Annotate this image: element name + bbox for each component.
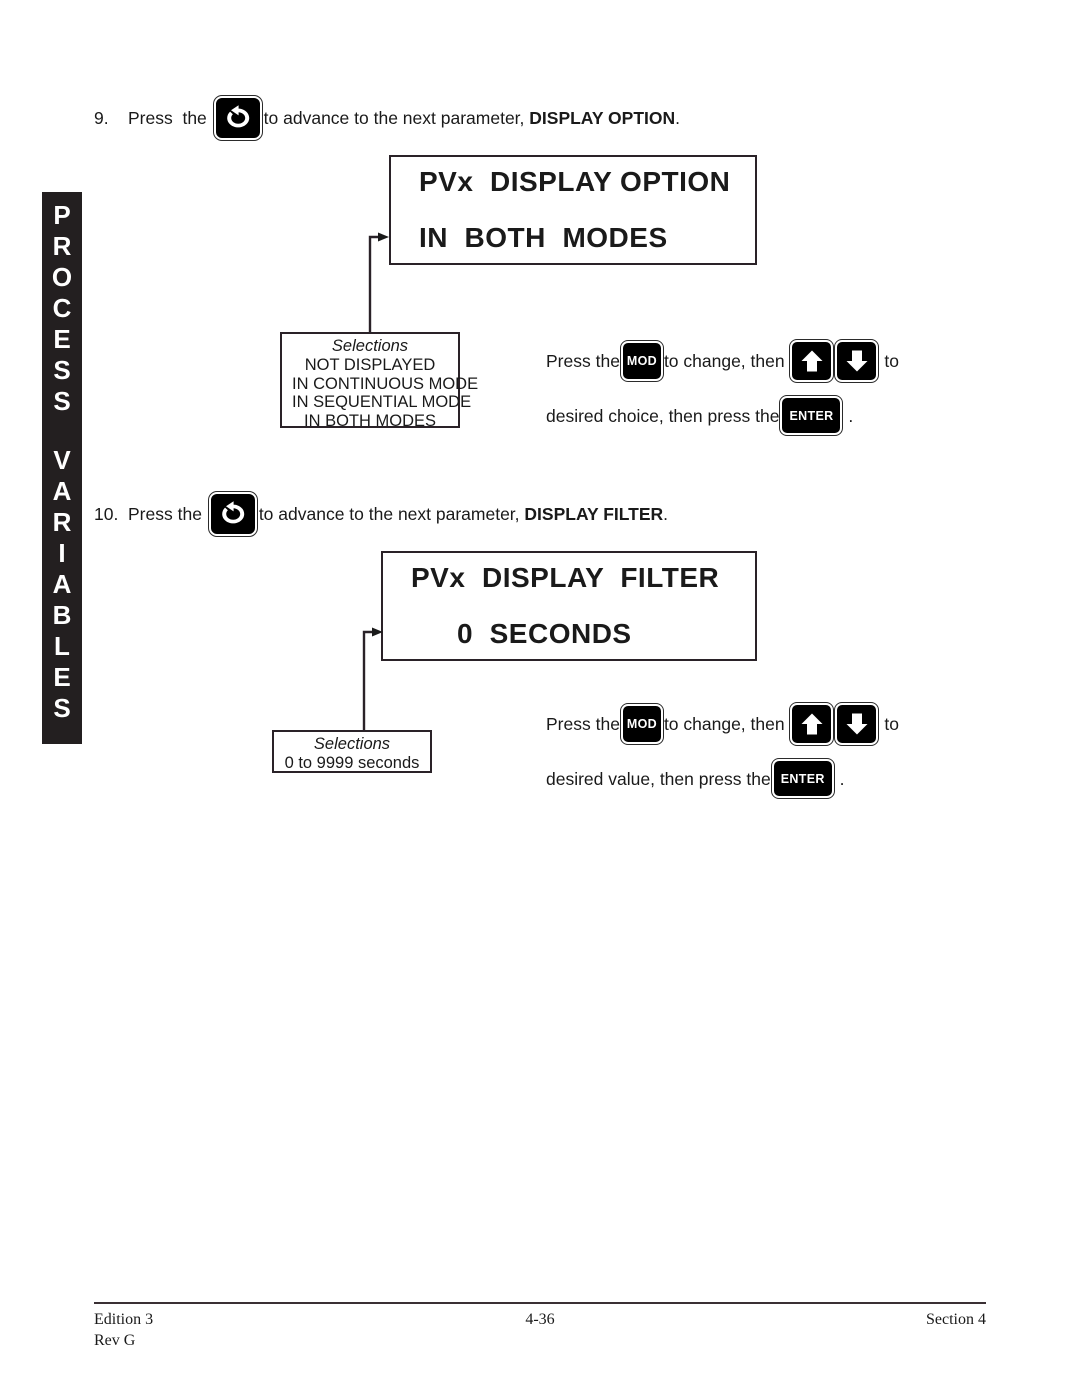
arrow-down-key-icon[interactable] bbox=[834, 339, 880, 383]
instruction-text: to bbox=[879, 714, 899, 734]
side-tab-char: E bbox=[53, 324, 71, 354]
selections-header: Selections bbox=[331, 337, 409, 355]
mod-key-icon[interactable]: MOD bbox=[619, 340, 664, 382]
instruction-text: . bbox=[834, 768, 845, 789]
side-tab-char: V bbox=[53, 445, 71, 475]
instruction-display-option: Press the MOD to change, then to desired… bbox=[546, 339, 899, 436]
step-9: 9. Press the to advance to the next para… bbox=[94, 95, 681, 141]
side-tab-char: O bbox=[51, 262, 73, 292]
step-10: 10. Press the to advance to the next par… bbox=[94, 491, 669, 537]
side-tab-char: A bbox=[52, 476, 72, 506]
selections-box-display-option: Selections NOT DISPLAYED IN CONTINUOUS M… bbox=[280, 332, 479, 430]
selections-option: 0 to 9999 seconds bbox=[284, 754, 420, 772]
process-variables-side-tab: P R O C E S S V A R I A B L E S bbox=[42, 192, 82, 744]
instruction-text: Press the bbox=[546, 351, 620, 371]
step-10-text-before: Press the bbox=[128, 504, 202, 524]
selections-option: IN SEQUENTIAL MODE bbox=[292, 393, 472, 411]
instruction-text: desired value, then press the bbox=[546, 768, 771, 789]
side-tab-char: E bbox=[53, 662, 71, 692]
arrow-up-key-icon[interactable] bbox=[789, 339, 835, 383]
footer-revision: Rev G bbox=[94, 1332, 136, 1349]
instruction-display-filter: Press the MOD to change, then to desired… bbox=[546, 702, 899, 799]
step-10-period: . bbox=[663, 504, 669, 524]
footer-section: Section 4 bbox=[926, 1311, 986, 1328]
side-tab-char: I bbox=[58, 538, 66, 568]
side-tab-char: P bbox=[53, 200, 71, 230]
selections-option: IN CONTINUOUS MODE bbox=[292, 374, 479, 393]
instruction-text: . bbox=[843, 405, 854, 426]
display-line-2: 0 SECONDS bbox=[457, 618, 632, 649]
selections-box-display-filter: Selections 0 to 9999 seconds bbox=[272, 730, 432, 773]
display-box-display-filter: PVx DISPLAY FILTER 0 SECONDS bbox=[381, 551, 757, 661]
selections-option: IN BOTH MODES bbox=[303, 411, 436, 430]
side-tab-char: A bbox=[52, 569, 72, 599]
side-tab-char: B bbox=[52, 600, 72, 630]
display-line-1: PVx DISPLAY FILTER bbox=[411, 562, 720, 593]
arrow-up-key-icon[interactable] bbox=[789, 702, 835, 746]
display-line-2: IN BOTH MODES bbox=[419, 222, 668, 253]
mod-key-icon[interactable]: MOD bbox=[619, 703, 664, 745]
instruction-text: to bbox=[879, 351, 899, 371]
selections-header: Selections bbox=[313, 735, 391, 753]
side-tab-char: S bbox=[53, 355, 71, 385]
side-tab-char: R bbox=[52, 231, 72, 261]
instruction-text: Press the bbox=[546, 714, 620, 734]
step-9-period: . bbox=[675, 108, 681, 128]
enter-key-icon[interactable]: ENTER bbox=[770, 758, 835, 799]
display-box-display-option: PVx DISPLAY OPTION IN BOTH MODES bbox=[389, 155, 757, 265]
step-10-parameter-name: DISPLAY FILTER bbox=[524, 504, 664, 524]
step-9-text-after: to advance to the next parameter, bbox=[263, 108, 530, 128]
display-line-1: PVx DISPLAY OPTION bbox=[419, 166, 731, 197]
instruction-text: desired choice, then press the bbox=[546, 405, 780, 426]
side-tab-char: R bbox=[52, 507, 72, 537]
side-tab-char: C bbox=[52, 293, 72, 323]
enter-key-icon[interactable]: ENTER bbox=[779, 395, 844, 436]
selections-option: NOT DISPLAYED bbox=[304, 356, 436, 374]
side-tab-char: S bbox=[53, 693, 71, 723]
advance-key-icon[interactable] bbox=[207, 491, 258, 537]
step-10-text-after: to advance to the next parameter, bbox=[258, 504, 525, 524]
step-9-number: 9. bbox=[94, 108, 109, 128]
side-tab-char: L bbox=[54, 631, 70, 661]
step-9-text-before: Press the bbox=[128, 108, 207, 128]
instruction-text: to change, then bbox=[663, 351, 790, 371]
arrow-down-key-icon[interactable] bbox=[834, 702, 880, 746]
side-tab-char: S bbox=[53, 386, 71, 416]
advance-key-icon[interactable] bbox=[212, 95, 263, 141]
step-10-number: 10. bbox=[94, 504, 119, 524]
instruction-text: to change, then bbox=[663, 714, 790, 734]
step-9-parameter-name: DISPLAY OPTION bbox=[529, 108, 676, 128]
footer-page-number: 4-36 bbox=[525, 1311, 555, 1328]
footer-divider bbox=[94, 1302, 986, 1304]
